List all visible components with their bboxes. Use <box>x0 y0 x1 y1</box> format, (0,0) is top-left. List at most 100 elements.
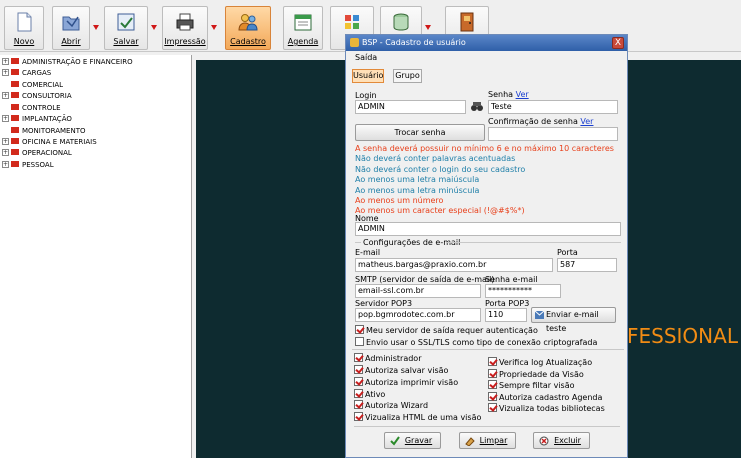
cadastro-label: Cadastro <box>230 37 266 46</box>
perm-filtrar-visao[interactable]: Sempre filtar visão <box>488 380 575 391</box>
login-field[interactable]: ADMIN <box>355 100 466 114</box>
delete-icon <box>539 436 549 446</box>
folder-icon <box>11 92 19 98</box>
folder-icon <box>11 81 19 87</box>
porta-label: Porta <box>557 248 578 257</box>
eraser-icon <box>465 437 475 446</box>
pop3-field[interactable]: pop.bgmrodotec.com.br <box>355 308 481 322</box>
save-label: Salvar <box>113 37 139 46</box>
email-label: E-mail <box>355 248 381 257</box>
senha-email-field[interactable]: *********** <box>485 284 561 298</box>
folder-icon <box>11 104 19 110</box>
folder-icon <box>11 115 19 121</box>
checkmark-icon <box>390 436 400 446</box>
exit-door-icon <box>460 12 474 32</box>
tree-item-comercial[interactable]: COMERCIAL <box>2 79 63 90</box>
open-dropdown-arrow-icon[interactable] <box>93 23 100 31</box>
dialog-title: BSP - Cadastro de usuário <box>362 38 466 47</box>
tree-item-controle[interactable]: CONTROLE <box>2 102 61 113</box>
checkbox-box[interactable] <box>355 325 364 334</box>
expand-icon[interactable]: + <box>2 149 9 156</box>
calendar-icon <box>294 14 312 31</box>
porta-field[interactable]: 587 <box>557 258 617 272</box>
open-label: Abrir <box>61 37 81 46</box>
password-rule: A senha deverá possuir no mínimo 6 e no … <box>355 144 614 153</box>
tree-item-administracao[interactable]: + ADMINISTRAÇÃO E FINANCEIRO <box>2 57 133 68</box>
perm-propriedade-visao[interactable]: Propriedade da Visão <box>488 369 584 380</box>
cadastro-button[interactable]: Cadastro <box>225 6 271 50</box>
email-icon <box>535 311 544 319</box>
auth-checkbox[interactable]: Meu servidor de saída requer autenticaçã… <box>355 325 538 336</box>
expand-icon[interactable]: + <box>2 92 9 99</box>
expand-icon[interactable]: + <box>2 58 9 65</box>
password-rule: Ao menos uma letra maiúscula <box>355 175 480 184</box>
folder-icon <box>11 127 19 133</box>
perm-log-atualizacao[interactable]: Verifica log Atualização <box>488 357 592 368</box>
perm-administrador[interactable]: Administrador <box>354 353 421 364</box>
save-button[interactable]: Salvar <box>104 6 148 50</box>
senha-email-label: Senha e-mail <box>485 275 538 284</box>
checkbox-box[interactable] <box>355 337 364 346</box>
agenda-label: Agenda <box>287 37 319 46</box>
folder-icon <box>11 149 19 155</box>
tree-item-oficina[interactable]: + OFICINA E MATERIAIS <box>2 137 97 148</box>
senha-label: Senha Ver <box>488 90 529 99</box>
open-folder-icon <box>62 16 80 31</box>
tree-item-operacional[interactable]: + OPERACIONAL <box>2 148 72 159</box>
tree-item-cargas[interactable]: + CARGAS <box>2 68 51 79</box>
senha-field[interactable]: Teste <box>488 100 618 114</box>
background-brand-text: FESSIONAL <box>627 324 738 348</box>
confirmacao-ver-link[interactable]: Ver <box>580 117 593 126</box>
limpar-button[interactable]: Limpar <box>459 432 516 449</box>
ssl-checkbox[interactable]: Envio usar o SSL/TLS como tipo de conexã… <box>355 337 597 348</box>
gravar-button[interactable]: Gravar <box>384 432 441 449</box>
nome-field[interactable]: ADMIN <box>355 222 621 236</box>
binoculars-icon[interactable] <box>470 100 484 113</box>
porta-pop3-field[interactable]: 110 <box>485 308 527 322</box>
trocar-senha-button[interactable]: Trocar senha <box>355 124 485 141</box>
tab-usuario[interactable]: Usuário <box>352 69 384 83</box>
agenda-button[interactable]: Agenda <box>283 6 323 50</box>
perm-cadastro-agenda[interactable]: Autoriza cadastro Agenda <box>488 392 602 403</box>
senha-ver-link[interactable]: Ver <box>516 90 529 99</box>
print-button[interactable]: Impressão <box>162 6 208 50</box>
close-button[interactable]: X <box>612 37 624 49</box>
tree-item-consultoria[interactable]: + CONSULTORIA <box>2 91 72 102</box>
password-rule: Não deverá conter o login do seu cadastr… <box>355 165 526 174</box>
folder-icon <box>11 58 19 64</box>
email-field[interactable]: matheus.bargas@praxio.com.br <box>355 258 553 272</box>
tree-item-implantacao[interactable]: + IMPLANTAÇÃO <box>2 114 72 125</box>
confirmacao-field[interactable] <box>488 127 618 141</box>
excluir-button[interactable]: Excluir <box>533 432 590 449</box>
navigation-tree: + ADMINISTRAÇÃO E FINANCEIRO + CARGAS COME… <box>0 55 192 458</box>
folder-icon <box>11 138 19 144</box>
expand-icon[interactable]: + <box>2 138 9 145</box>
database-dropdown-arrow-icon[interactable] <box>425 23 432 31</box>
expand-icon[interactable]: + <box>2 69 9 76</box>
expand-icon[interactable]: + <box>2 161 9 168</box>
menu-saida[interactable]: Saída <box>355 53 377 62</box>
perm-bibliotecas[interactable]: Vizualiza todas bibliotecas <box>488 403 605 414</box>
folder-icon <box>11 161 19 167</box>
password-rule: Ao menos uma letra minúscula <box>355 186 480 195</box>
save-dropdown-arrow-icon[interactable] <box>151 23 158 31</box>
password-rule: Ao menos um número <box>355 196 444 205</box>
perm-html-visao[interactable]: Vizualiza HTML de uma visão <box>354 412 481 423</box>
perm-wizard[interactable]: Autoriza Wizard <box>354 400 428 411</box>
print-label: Impressão <box>164 37 206 46</box>
enviar-email-teste-button[interactable]: Enviar e-mail teste <box>531 307 616 333</box>
perm-imprimir-visao[interactable]: Autoriza imprimir visão <box>354 377 458 388</box>
folder-icon <box>11 69 19 75</box>
open-button[interactable]: Abrir <box>52 6 90 50</box>
smtp-field[interactable]: email-ssl.com.br <box>355 284 481 298</box>
tab-grupo[interactable]: Grupo <box>393 69 422 83</box>
tree-item-pessoal[interactable]: + PESSOAL <box>2 160 54 171</box>
app-icon <box>350 38 359 47</box>
dialog-titlebar[interactable]: BSP - Cadastro de usuário <box>346 35 627 51</box>
perm-salvar-visao[interactable]: Autoriza salvar visão <box>354 365 448 376</box>
expand-icon[interactable]: + <box>2 115 9 122</box>
print-dropdown-arrow-icon[interactable] <box>211 23 218 31</box>
perm-ativo[interactable]: Ativo <box>354 389 385 400</box>
new-button[interactable]: Novo <box>4 6 44 50</box>
tree-item-monitoramento[interactable]: MONITORAMENTO <box>2 125 86 136</box>
